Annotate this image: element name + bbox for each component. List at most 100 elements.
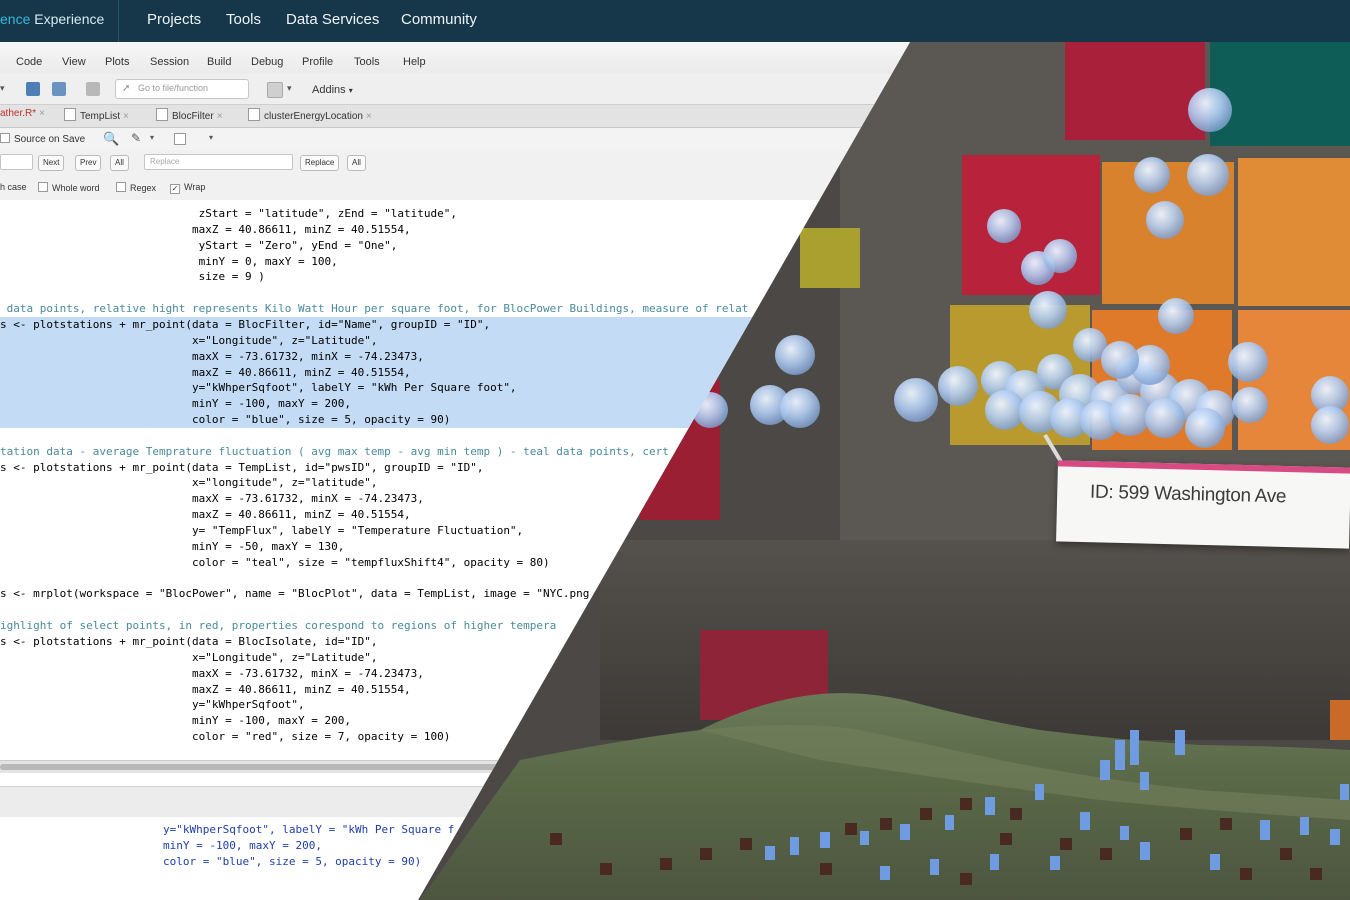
menu-code[interactable]: Code xyxy=(16,56,42,68)
site-header: ence Experience Projects Tools Data Serv… xyxy=(0,0,1350,42)
brand-text-part1: ence xyxy=(0,11,31,27)
wand-icon[interactable]: ✎ xyxy=(131,131,141,145)
data-point-sphere[interactable] xyxy=(1134,157,1170,193)
find-next-button[interactable]: Next xyxy=(38,155,65,171)
data-point-sphere[interactable] xyxy=(894,378,938,422)
chevron-down-icon[interactable]: ▾ xyxy=(0,83,10,97)
menu-view[interactable]: View xyxy=(62,56,86,68)
building-bar-blue xyxy=(860,831,869,845)
building-bar-blue xyxy=(765,846,775,860)
data-point-sphere[interactable] xyxy=(1043,239,1077,273)
tab-weather-r[interactable]: ather.R* × xyxy=(0,108,45,126)
regex-option[interactable]: Regex xyxy=(116,182,156,193)
addins-menu[interactable]: Addins ▾ xyxy=(312,84,353,96)
code-line: maxZ = 40.86611, minZ = 40.51554, xyxy=(0,222,411,236)
data-point-sphere[interactable] xyxy=(1188,88,1232,132)
header-divider xyxy=(118,0,119,42)
compile-report-icon[interactable] xyxy=(174,133,186,145)
brand-logo[interactable]: ence Experience xyxy=(0,11,104,27)
chevron-down-icon[interactable]: ▾ xyxy=(150,133,154,142)
scrollbar-thumb[interactable] xyxy=(0,764,500,770)
menu-profile[interactable]: Profile xyxy=(302,56,333,68)
data-point-sphere[interactable] xyxy=(1029,291,1067,329)
menu-help[interactable]: Help xyxy=(403,56,426,68)
code-comment-line: ighlight of select points, in red, prope… xyxy=(0,619,557,633)
search-icon[interactable]: 🔍 xyxy=(103,131,119,147)
source-on-save-checkbox[interactable]: Source on Save xyxy=(0,133,85,145)
menu-session[interactable]: Session xyxy=(150,56,189,68)
code-line: minY = -50, maxY = 130, xyxy=(0,539,345,553)
find-all-button[interactable]: All xyxy=(110,155,129,171)
data-point-sphere[interactable] xyxy=(1185,408,1225,448)
menu-tools[interactable]: Tools xyxy=(354,56,380,68)
save-icon[interactable] xyxy=(26,82,40,96)
close-icon[interactable]: × xyxy=(39,108,45,119)
data-point-sphere[interactable] xyxy=(1158,298,1194,334)
replace-all-button[interactable]: All xyxy=(347,155,366,171)
tab-clusterenergylocation[interactable]: clusterEnergyLocation × xyxy=(248,108,372,126)
code-line: color = "red", size = 7, opacity = 100) xyxy=(0,730,451,744)
code-line: maxZ = 40.86611, minZ = 40.51554, xyxy=(0,682,411,696)
data-point-sphere[interactable] xyxy=(1311,406,1349,444)
building-bar-brown xyxy=(1240,868,1252,880)
building-bar-brown xyxy=(550,833,562,845)
find-input[interactable] xyxy=(0,154,33,170)
code-line: maxZ = 40.86611, minZ = 40.51554, xyxy=(0,508,411,522)
data-point-sphere[interactable] xyxy=(1146,201,1184,239)
building-bar-blue xyxy=(880,866,890,880)
chevron-down-icon[interactable]: ▾ xyxy=(209,133,213,142)
building-bar-brown xyxy=(1310,868,1322,880)
data-point-sphere[interactable] xyxy=(1145,398,1185,438)
data-point-sphere[interactable] xyxy=(1187,154,1229,196)
building-bar-blue xyxy=(1080,812,1090,830)
data-point-sphere[interactable] xyxy=(775,335,815,375)
data-point-sphere[interactable] xyxy=(985,390,1025,430)
goto-file-input[interactable]: ➚ Go to file/function xyxy=(115,79,249,99)
tab-blocfilter[interactable]: BlocFilter × xyxy=(156,108,223,126)
chevron-down-icon[interactable]: ▾ xyxy=(287,83,295,97)
menu-plots[interactable]: Plots xyxy=(105,56,129,68)
save-all-icon[interactable] xyxy=(52,82,66,96)
close-icon[interactable]: × xyxy=(123,111,129,122)
replace-button[interactable]: Replace xyxy=(300,155,340,171)
checkbox-box xyxy=(116,182,126,192)
console-line: y="kWhperSqfoot", labelY = "kWh Per Squa… xyxy=(163,823,455,836)
data-point-sphere[interactable] xyxy=(938,366,978,406)
data-point-sphere[interactable] xyxy=(1228,342,1268,382)
building-bar-brown xyxy=(740,838,752,850)
checkbox-box xyxy=(0,133,10,143)
close-icon[interactable]: × xyxy=(366,111,372,122)
data-point-sphere[interactable] xyxy=(1109,394,1151,436)
building-bar-blue xyxy=(930,859,939,875)
goto-arrow-icon: ➚ xyxy=(122,83,131,94)
match-case-option[interactable]: h case xyxy=(0,182,27,192)
editor-tabs: ather.R* × TempList × BlocFilter × clusterE… xyxy=(0,105,910,128)
menu-debug[interactable]: Debug xyxy=(251,56,283,68)
nav-projects[interactable]: Projects xyxy=(147,11,201,28)
building-bar-blue xyxy=(1340,784,1349,800)
code-line: color = "blue", size = 5, opacity = 90) xyxy=(0,413,451,427)
tab-templist[interactable]: TempList × xyxy=(64,108,129,126)
building-bar-brown xyxy=(820,863,832,875)
wrap-option[interactable]: ✓ Wrap xyxy=(170,182,205,194)
menu-build[interactable]: Build xyxy=(207,56,231,68)
building-bar-blue xyxy=(1050,856,1060,870)
file-icon xyxy=(64,108,76,121)
nav-data-services[interactable]: Data Services xyxy=(286,11,379,28)
building-bar-brown xyxy=(920,808,932,820)
data-point-sphere[interactable] xyxy=(780,388,820,428)
grid-layout-icon[interactable] xyxy=(267,82,283,98)
code-line: yStart = "Zero", yEnd = "One", xyxy=(0,238,398,252)
nav-community[interactable]: Community xyxy=(401,11,477,28)
data-point-sphere[interactable] xyxy=(1232,387,1268,423)
search-options: h case Whole word Regex ✓ Wrap xyxy=(0,176,910,201)
find-prev-button[interactable]: Prev xyxy=(75,155,102,171)
replace-input[interactable]: Replace xyxy=(144,154,293,170)
nav-tools[interactable]: Tools xyxy=(226,11,261,28)
code-line: y="kWhperSqfoot", labelY = "kWh Per Squa… xyxy=(0,381,517,395)
print-icon[interactable] xyxy=(86,82,100,96)
close-icon[interactable]: × xyxy=(217,111,223,122)
whole-word-option[interactable]: Whole word xyxy=(38,182,100,193)
data-point-sphere[interactable] xyxy=(1101,341,1139,379)
data-point-sphere[interactable] xyxy=(987,209,1021,243)
